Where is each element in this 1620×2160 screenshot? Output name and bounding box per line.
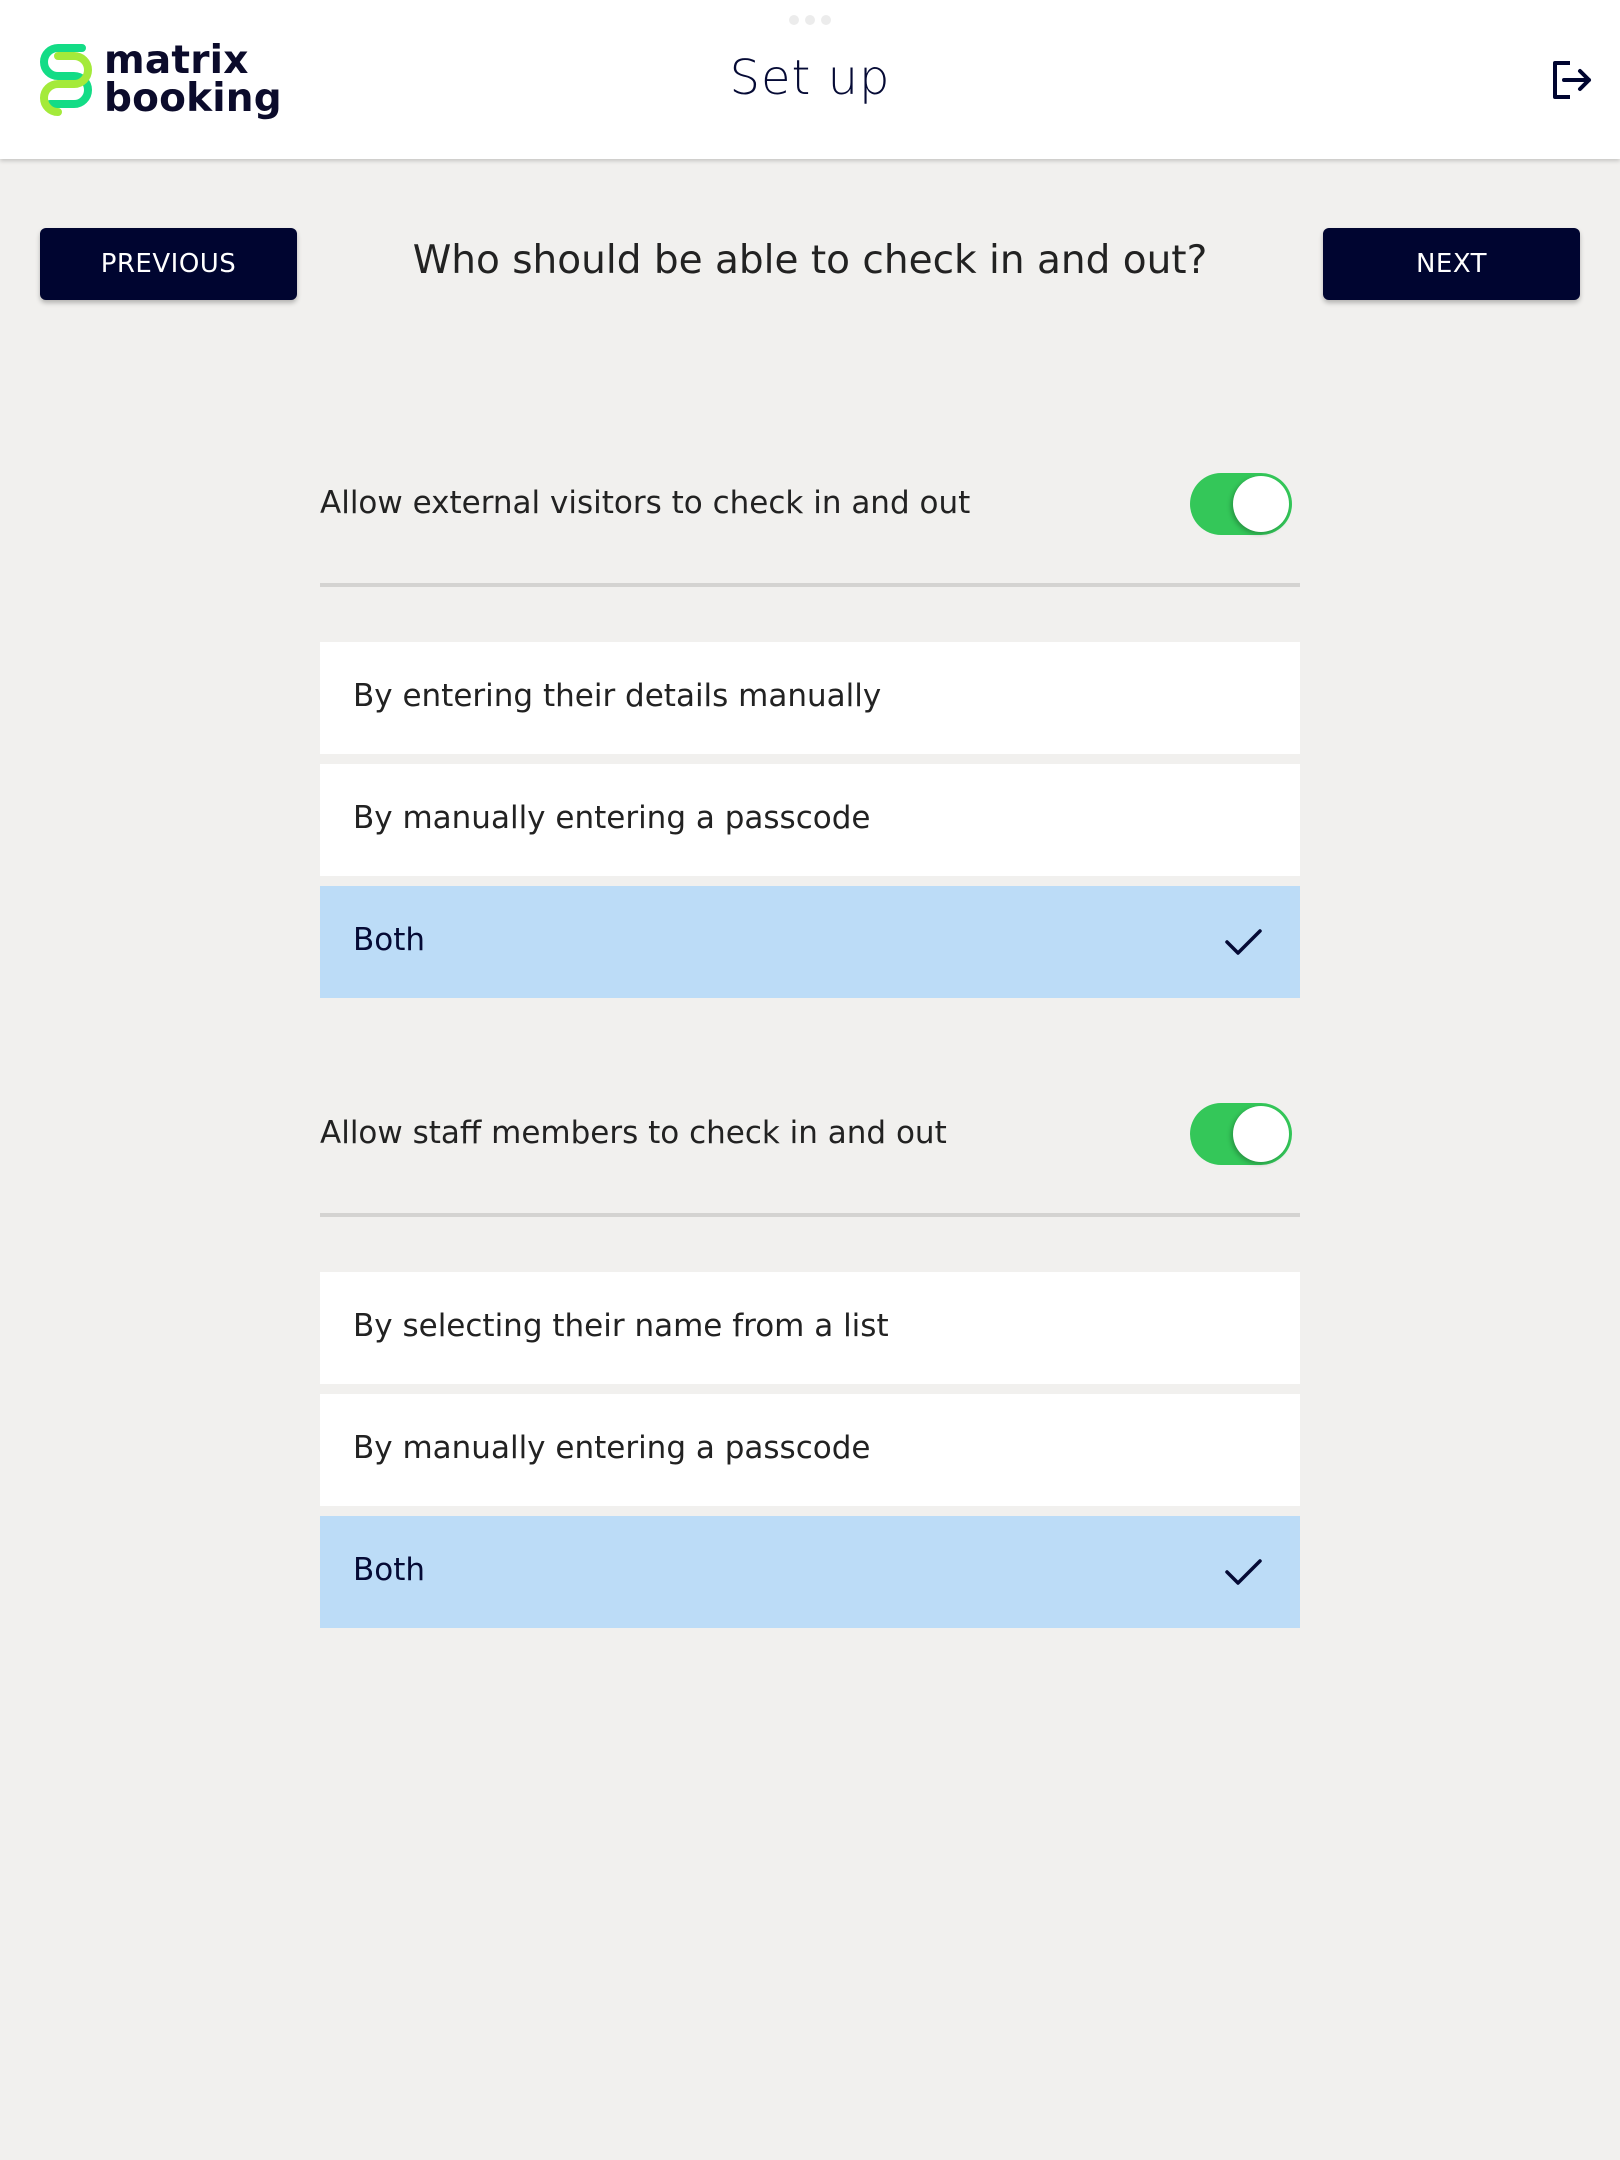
staff-toggle-label: Allow staff members to check in and out	[320, 1115, 947, 1151]
app-header: matrix booking Set up	[0, 0, 1620, 159]
toggle-knob	[1233, 476, 1289, 532]
visitors-option-both[interactable]: Both	[320, 886, 1300, 998]
option-label: By selecting their name from a list	[353, 1308, 889, 1344]
option-label: Both	[353, 1552, 426, 1588]
question-heading: Who should be able to check in and out?	[412, 238, 1208, 283]
option-label: Both	[353, 922, 426, 958]
logout-icon	[1553, 61, 1591, 99]
logout-button[interactable]	[1550, 60, 1594, 100]
visitors-option-passcode[interactable]: By manually entering a passcode	[320, 764, 1300, 876]
previous-button[interactable]: PREVIOUS	[40, 228, 297, 300]
checkmark-icon	[1225, 929, 1262, 955]
visitors-option-details[interactable]: By entering their details manually	[320, 642, 1300, 754]
option-label: By manually entering a passcode	[353, 1430, 871, 1466]
option-label: By manually entering a passcode	[353, 800, 871, 836]
staff-option-both[interactable]: Both	[320, 1516, 1300, 1628]
staff-toggle-switch[interactable]	[1190, 1103, 1292, 1165]
next-button[interactable]: NEXT	[1323, 228, 1580, 300]
visitors-toggle-label: Allow external visitors to check in and …	[320, 485, 971, 521]
checkmark-icon	[1225, 1559, 1262, 1585]
option-label: By entering their details manually	[353, 678, 882, 714]
staff-toggle-row: Allow staff members to check in and out	[320, 1103, 1300, 1165]
multitasking-grabber[interactable]	[789, 15, 831, 25]
section-divider	[320, 1213, 1300, 1217]
staff-option-name-list[interactable]: By selecting their name from a list	[320, 1272, 1300, 1384]
page-title: Set up	[729, 50, 891, 106]
toggle-knob	[1233, 1106, 1289, 1162]
visitors-toggle-row: Allow external visitors to check in and …	[320, 473, 1300, 535]
section-divider	[320, 583, 1300, 587]
staff-option-passcode[interactable]: By manually entering a passcode	[320, 1394, 1300, 1506]
visitors-toggle-switch[interactable]	[1190, 473, 1292, 535]
